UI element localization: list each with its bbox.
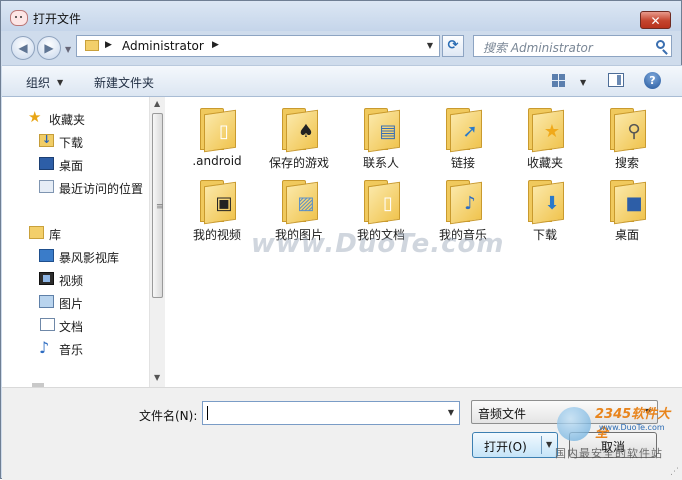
folder-links-icon: ➚ [446, 108, 482, 153]
folder-music-icon: ♪ [446, 180, 482, 225]
change-view-icon[interactable] [552, 74, 566, 87]
open-file-dialog: 打开文件 ✕ ◀ ▶ ▼ ▶ Administrator ▶ ▼ ⟳ 搜索 Ad… [0, 0, 682, 480]
pictures-icon [39, 295, 54, 308]
folder-videos-icon: ▣ [200, 180, 236, 225]
scroll-down-icon[interactable]: ▼ [154, 373, 160, 382]
forward-button[interactable]: ▶ [37, 36, 61, 60]
navigation-pane: ★ 收藏夹 下载 桌面 最近访问的位置 库 暴风影视库 视频 图 [2, 97, 166, 387]
nav-item-recent-places[interactable]: 最近访问的位置 [2, 176, 150, 198]
brand-logo-icon [557, 407, 591, 441]
folder-favorites-icon: ★ [528, 108, 564, 153]
music-icon: ♪ [39, 338, 50, 357]
documents-icon [40, 318, 55, 331]
recent-pages-dropdown[interactable]: ▼ [65, 45, 71, 54]
nav-item-storm-library[interactable]: 暴风影视库 [2, 245, 150, 267]
organize-button[interactable]: 组织 [26, 74, 50, 91]
nav-libraries[interactable]: 库 [2, 222, 150, 244]
nav-favorites[interactable]: ★ 收藏夹 [2, 107, 150, 129]
grip-icon: ≡ [156, 202, 164, 212]
folder-pictures-icon: ▨ [282, 180, 318, 225]
brand-logo-text: 2345软件大全 [595, 407, 671, 441]
split-divider [541, 436, 542, 454]
star-icon: ★ [28, 108, 42, 126]
filename-history-dropdown[interactable]: ▼ [448, 408, 454, 417]
storm-library-icon [39, 249, 54, 262]
folder-documents-icon: ▯ [364, 180, 400, 225]
desktop-icon [39, 157, 54, 170]
video-icon [39, 272, 54, 285]
close-button[interactable]: ✕ [640, 11, 671, 29]
title-bar: 打开文件 ✕ [1, 1, 681, 31]
window-title: 打开文件 [33, 12, 82, 26]
download-folder-icon [39, 133, 54, 147]
user-folder-icon [85, 40, 99, 51]
filename-input[interactable]: ▼ [202, 401, 460, 425]
open-button[interactable]: 打开(O) ▼ [472, 432, 558, 458]
folder-desktop-icon: ■ [610, 180, 646, 225]
breadcrumb-arrow-icon[interactable]: ▶ [105, 40, 112, 50]
nav-item-documents[interactable]: 文档 [2, 314, 150, 336]
brand-url: www.DuoTe.com [599, 423, 665, 432]
view-options-dropdown[interactable]: ▼ [580, 78, 586, 87]
folder-documents-icon: ▯ [200, 108, 236, 153]
open-options-dropdown[interactable]: ▼ [546, 440, 552, 449]
brand-slogan: 国内最安全的软件站 [555, 447, 663, 460]
search-input[interactable]: 搜索 Administrator [473, 35, 672, 57]
help-icon[interactable]: ? [644, 72, 661, 89]
breadcrumb-administrator[interactable]: Administrator [122, 39, 204, 53]
nav-item-desktop[interactable]: 桌面 [2, 153, 150, 175]
breadcrumb-arrow-icon[interactable]: ▶ [212, 40, 219, 50]
nav-item-music[interactable]: ♪ 音乐 [2, 337, 150, 359]
brand-watermark: 2345软件大全 www.DuoTe.com 国内最安全的软件站 [555, 401, 682, 471]
folder-item[interactable]: ➚ 链接 [423, 99, 503, 170]
back-arrow-icon: ◀ [18, 41, 28, 55]
filename-label: 文件名(N): [139, 409, 198, 423]
folder-search-icon: ⚲ [610, 108, 646, 153]
refresh-button[interactable]: ⟳ [442, 35, 464, 57]
folder-item[interactable]: ♠ 保存的游戏 [259, 99, 339, 170]
back-button[interactable]: ◀ [11, 36, 35, 60]
preview-pane-icon[interactable] [608, 73, 624, 87]
folder-item[interactable]: ▯ .android [177, 99, 257, 168]
folder-item[interactable]: ▤ 联系人 [341, 99, 421, 170]
search-icon[interactable] [656, 40, 665, 49]
address-bar[interactable]: ▶ Administrator ▶ ▼ [76, 35, 440, 57]
folder-item[interactable]: ▣ 我的视频 [177, 171, 257, 242]
folder-item[interactable]: ★ 收藏夹 [505, 99, 585, 170]
nav-item-downloads[interactable]: 下载 [2, 130, 150, 152]
scroll-up-icon[interactable]: ▲ [154, 99, 160, 108]
refresh-icon: ⟳ [447, 38, 459, 53]
recent-places-icon [39, 180, 54, 193]
nav-scrollbar[interactable]: ▲ ≡ ▼ [149, 97, 166, 387]
search-placeholder: 搜索 Administrator [483, 41, 593, 55]
folder-games-icon: ♠ [282, 108, 318, 153]
chevron-down-icon: ▼ [57, 78, 64, 87]
forward-arrow-icon: ▶ [44, 41, 54, 55]
folder-contacts-icon: ▤ [364, 108, 400, 153]
folder-item[interactable]: ⚲ 搜索 [587, 99, 667, 170]
address-dropdown-icon[interactable]: ▼ [427, 41, 433, 50]
folder-downloads-icon: ⬇ [528, 180, 564, 225]
watermark: www.DuoTe.com [251, 229, 505, 259]
library-icon [29, 226, 44, 239]
app-icon [10, 10, 28, 26]
nav-item-videos[interactable]: 视频 [2, 268, 150, 290]
filetype-value: 音频文件 [478, 407, 527, 421]
folder-item[interactable]: ⬇ 下载 [505, 171, 585, 242]
text-caret [207, 406, 208, 420]
scroll-thumb[interactable]: ≡ [152, 113, 164, 298]
command-toolbar: 组织 ▼ 新建文件夹 ▼ ? [2, 65, 682, 97]
open-button-label: 打开(O) [484, 440, 527, 454]
nav-item-pictures[interactable]: 图片 [2, 291, 150, 313]
new-folder-button[interactable]: 新建文件夹 [94, 74, 154, 91]
folder-item[interactable]: ■ 桌面 [587, 171, 667, 242]
